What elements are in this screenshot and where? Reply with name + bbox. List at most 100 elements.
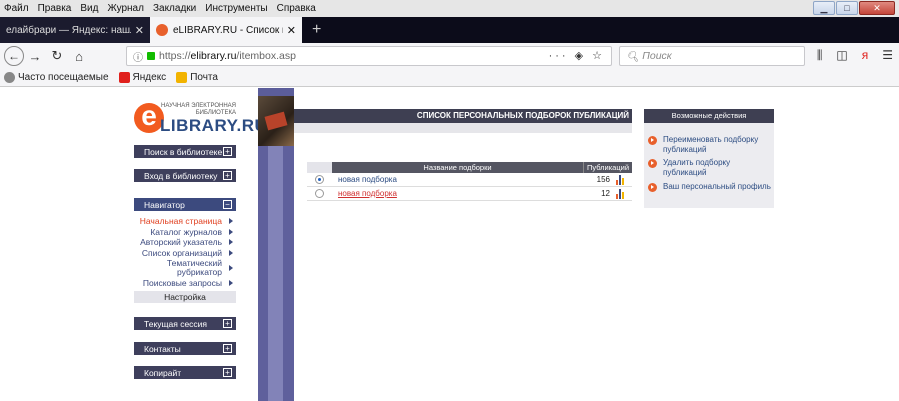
search-input[interactable]: 🔍︎ Поиск bbox=[619, 46, 805, 66]
collection-name[interactable]: новая подборка bbox=[332, 175, 583, 184]
action-label: Переименовать подборку публикаций bbox=[663, 135, 759, 154]
expand-icon: + bbox=[223, 147, 232, 156]
toolbar-right: ⫼ ◫ я ☰ bbox=[817, 48, 893, 63]
button-label: Копирайт bbox=[144, 367, 182, 378]
library-icon[interactable]: ⫼ bbox=[817, 48, 823, 63]
arrow-right-icon bbox=[229, 249, 233, 256]
stats-chart-icon[interactable] bbox=[616, 174, 624, 185]
nav-orgs[interactable]: Список организаций bbox=[134, 248, 236, 259]
elibrary-logo[interactable]: e НАУЧНАЯ ЭЛЕКТРОННАЯ БИБЛИОТЕКА LIBRARY… bbox=[134, 102, 267, 135]
search-placeholder: Поиск bbox=[642, 50, 672, 62]
logo-title: LIBRARY.RU bbox=[160, 116, 268, 135]
rename-collection-link[interactable]: Переименовать подборку публикаций bbox=[648, 135, 758, 155]
menu-file[interactable]: Файл bbox=[4, 3, 29, 14]
home-button[interactable]: ⌂ bbox=[68, 49, 90, 64]
nav-journals[interactable]: Каталог журналов bbox=[134, 227, 236, 238]
contacts-button[interactable]: Контакты + bbox=[134, 342, 236, 355]
close-window-icon[interactable]: ✕ bbox=[859, 1, 895, 15]
url-protocol: https:// bbox=[159, 50, 191, 62]
menu-history[interactable]: Журнал bbox=[107, 3, 144, 14]
delete-collection-link[interactable]: Удалить подборку публикаций bbox=[648, 158, 774, 178]
decor-stripe-inner bbox=[268, 146, 283, 401]
nav-home[interactable]: Начальная страница bbox=[134, 216, 236, 227]
elibrary-favicon-icon bbox=[156, 24, 168, 36]
lock-icon[interactable] bbox=[147, 52, 155, 60]
page-actions-icon[interactable]: ··· ◈ ☆ bbox=[549, 49, 605, 62]
tab-yandex[interactable]: елайбрари — Яндекс: нашлось 4 ✕ bbox=[0, 17, 150, 43]
bookmark-mail[interactable]: Почта bbox=[176, 72, 218, 83]
menu-bookmarks[interactable]: Закладки bbox=[153, 3, 196, 14]
page-content: e НАУЧНАЯ ЭЛЕКТРОННАЯ БИБЛИОТЕКА LIBRARY… bbox=[0, 88, 899, 401]
search-library-button[interactable]: Поиск в библиотеке + bbox=[134, 145, 236, 158]
nav-authors[interactable]: Авторский указатель bbox=[134, 237, 236, 248]
hamburger-menu-icon[interactable]: ☰ bbox=[882, 48, 893, 63]
column-name-header: Название подборки bbox=[423, 163, 492, 172]
menu-tools[interactable]: Инструменты bbox=[205, 3, 267, 14]
current-session-button[interactable]: Текущая сессия + bbox=[134, 317, 236, 330]
nav-toolbar: ← → ↻ ⌂ ⓘ https://elibrary.ru/itembox.as… bbox=[0, 43, 899, 69]
reload-button[interactable]: ↻ bbox=[46, 48, 68, 64]
window-controls: ▁ □ ✕ bbox=[812, 1, 895, 15]
search-icon: 🔍︎ bbox=[626, 50, 640, 63]
row-radio[interactable] bbox=[315, 175, 324, 184]
stats-chart-icon[interactable] bbox=[616, 188, 624, 199]
copyright-button[interactable]: Копирайт + bbox=[134, 366, 236, 379]
back-button[interactable]: ← bbox=[4, 46, 24, 66]
gear-icon bbox=[4, 72, 15, 83]
arrow-right-icon bbox=[229, 218, 233, 224]
menu-bar: Файл Правка Вид Журнал Закладки Инструме… bbox=[0, 0, 899, 17]
button-label: Вход в библиотеку bbox=[144, 170, 218, 181]
collection-name[interactable]: новая подборка bbox=[332, 189, 583, 198]
expand-icon: + bbox=[223, 368, 232, 377]
expand-icon: + bbox=[223, 171, 232, 180]
arrow-right-icon bbox=[229, 265, 233, 271]
column-pubs-header: Публикаций bbox=[583, 162, 632, 173]
close-tab-icon[interactable]: ✕ bbox=[135, 24, 144, 37]
navigator-button[interactable]: Навигатор − bbox=[134, 198, 236, 211]
expand-icon: + bbox=[223, 319, 232, 328]
decor-strip bbox=[258, 88, 294, 96]
collections-table: Название подборки Публикаций новая подбо… bbox=[307, 162, 632, 201]
menu-help[interactable]: Справка bbox=[277, 3, 316, 14]
tab-title: eLIBRARY.RU - Список персон bbox=[173, 24, 283, 36]
navigator-menu: Начальная страница Каталог журналов Авто… bbox=[134, 216, 236, 303]
collapse-icon: − bbox=[223, 200, 232, 209]
nav-settings[interactable]: Настройка bbox=[134, 290, 236, 303]
minimize-icon[interactable]: ▁ bbox=[813, 1, 835, 15]
yandex-icon bbox=[118, 72, 130, 83]
action-label: Удалить подборку публикаций bbox=[663, 158, 731, 177]
nav-queries[interactable]: Поисковые запросы bbox=[134, 278, 236, 289]
menu-view[interactable]: Вид bbox=[80, 3, 98, 14]
personal-profile-link[interactable]: Ваш персональный профиль bbox=[648, 182, 771, 192]
login-library-button[interactable]: Вход в библиотеку + bbox=[134, 169, 236, 182]
bookmark-most-visited[interactable]: Часто посещаемые bbox=[4, 72, 109, 83]
logo-subtitle: НАУЧНАЯ ЭЛЕКТРОННАЯ БИБЛИОТЕКА bbox=[161, 103, 236, 116]
bookmark-label: Яндекс bbox=[132, 72, 167, 83]
tab-elibrary[interactable]: eLIBRARY.RU - Список персон ✕ bbox=[150, 17, 302, 43]
menu-edit[interactable]: Правка bbox=[38, 3, 72, 14]
header-photo bbox=[258, 96, 294, 146]
publication-count: 12 bbox=[601, 189, 610, 198]
title-underbar bbox=[294, 123, 632, 133]
forward-button[interactable]: → bbox=[24, 49, 46, 64]
nav-rubricator[interactable]: Тематический рубрикатор bbox=[134, 258, 236, 278]
close-tab-icon[interactable]: ✕ bbox=[287, 24, 296, 37]
bookmark-yandex[interactable]: Яндекс bbox=[118, 72, 167, 83]
yandex-extension-icon[interactable]: я bbox=[862, 48, 869, 63]
tab-bar: елайбрари — Яндекс: нашлось 4 ✕ eLIBRARY… bbox=[0, 17, 899, 43]
publication-count: 156 bbox=[596, 175, 610, 184]
sidebar-icon[interactable]: ◫ bbox=[836, 48, 847, 63]
table-row: новая подборка 12 bbox=[307, 187, 632, 201]
header-spacer bbox=[307, 162, 332, 173]
action-label: Ваш персональный профиль bbox=[663, 182, 771, 191]
bookmarks-toolbar: Часто посещаемые Яндекс Почта bbox=[0, 69, 899, 87]
url-path: /itembox.asp bbox=[236, 50, 296, 62]
new-tab-button[interactable]: + bbox=[302, 17, 331, 43]
button-label: Текущая сессия bbox=[144, 318, 208, 329]
info-icon[interactable]: ⓘ bbox=[133, 49, 143, 64]
button-label: Навигатор bbox=[144, 199, 185, 210]
row-radio[interactable] bbox=[315, 189, 324, 198]
tab-title: елайбрари — Яндекс: нашлось 4 bbox=[6, 24, 131, 36]
address-bar[interactable]: ⓘ https://elibrary.ru/itembox.asp ··· ◈ … bbox=[126, 46, 612, 66]
maximize-icon[interactable]: □ bbox=[836, 1, 858, 15]
